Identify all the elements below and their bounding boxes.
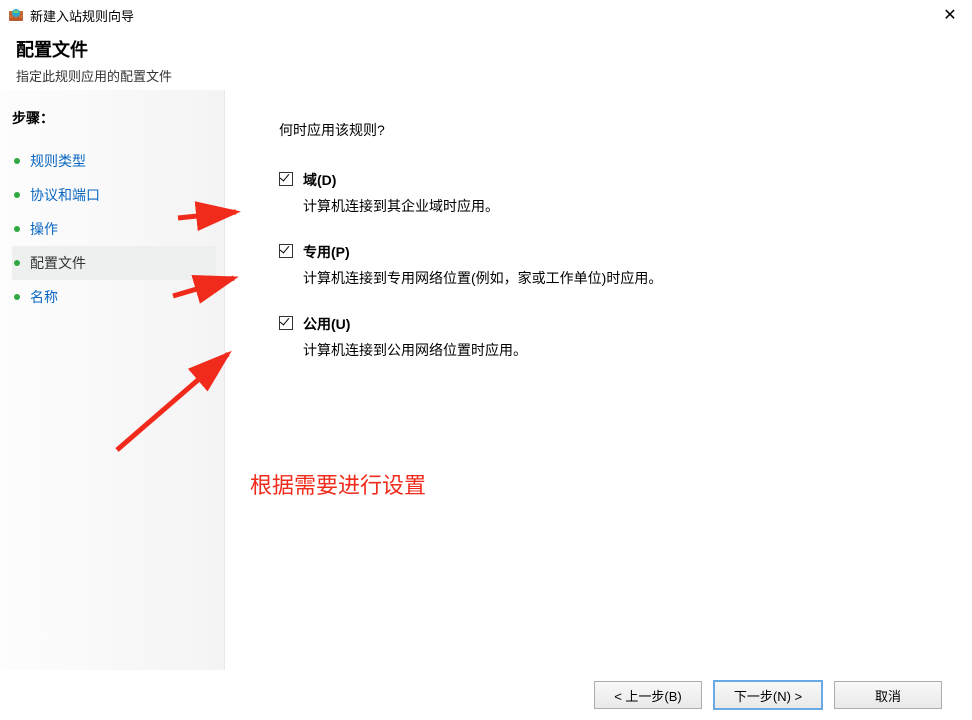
close-icon: ✕ (943, 5, 956, 25)
step-label: 名称 (30, 287, 58, 307)
page-title: 配置文件 (16, 36, 956, 62)
bullet-icon (14, 260, 20, 266)
private-checkbox[interactable] (279, 244, 293, 258)
titlebar: 新建入站规则向导 ✕ (0, 0, 972, 30)
page-subtitle: 指定此规则应用的配置文件 (16, 66, 956, 85)
step-label: 操作 (30, 219, 58, 239)
step-name[interactable]: 名称 (12, 280, 216, 314)
step-protocol-port[interactable]: 协议和端口 (12, 178, 216, 212)
private-desc: 计算机连接到专用网络位置(例如，家或工作单位)时应用。 (303, 268, 952, 288)
domain-desc: 计算机连接到其企业域时应用。 (303, 196, 952, 216)
steps-sidebar: 步骤： 规则类型 协议和端口 操作 配置文件 名称 (0, 90, 225, 670)
steps-heading: 步骤： (12, 108, 216, 128)
wizard-content: 何时应用该规则? 域(D) 计算机连接到其企业域时应用。 专用(P) 计算机连接… (225, 90, 972, 670)
back-button[interactable]: < 上一步(B) (594, 681, 702, 709)
wizard-window: 新建入站规则向导 ✕ 配置文件 指定此规则应用的配置文件 步骤： 规则类型 协议… (0, 0, 972, 720)
wizard-footer: < 上一步(B) 下一步(N) > 取消 (0, 670, 972, 720)
wizard-body: 步骤： 规则类型 协议和端口 操作 配置文件 名称 (0, 90, 972, 670)
firewall-icon (8, 7, 24, 23)
wizard-header: 配置文件 指定此规则应用的配置文件 (0, 30, 972, 95)
bullet-icon (14, 158, 20, 164)
bullet-icon (14, 192, 20, 198)
step-label: 规则类型 (30, 151, 86, 171)
cancel-button[interactable]: 取消 (834, 681, 942, 709)
prompt-text: 何时应用该规则? (279, 120, 952, 140)
next-button[interactable]: 下一步(N) > (714, 681, 822, 709)
step-rule-type[interactable]: 规则类型 (12, 144, 216, 178)
step-action[interactable]: 操作 (12, 212, 216, 246)
private-label: 专用(P) (303, 242, 350, 262)
domain-checkbox[interactable] (279, 172, 293, 186)
public-checkbox[interactable] (279, 316, 293, 330)
option-domain: 域(D) 计算机连接到其企业域时应用。 (279, 170, 952, 216)
bullet-icon (14, 294, 20, 300)
step-label: 配置文件 (30, 253, 86, 273)
bullet-icon (14, 226, 20, 232)
domain-label: 域(D) (303, 170, 336, 190)
close-button[interactable]: ✕ (936, 4, 964, 26)
option-private: 专用(P) 计算机连接到专用网络位置(例如，家或工作单位)时应用。 (279, 242, 952, 288)
step-label: 协议和端口 (30, 185, 100, 205)
public-label: 公用(U) (303, 314, 350, 334)
step-profile[interactable]: 配置文件 (12, 246, 216, 280)
option-public: 公用(U) 计算机连接到公用网络位置时应用。 (279, 314, 952, 360)
window-title: 新建入站规则向导 (30, 6, 134, 25)
public-desc: 计算机连接到公用网络位置时应用。 (303, 340, 952, 360)
